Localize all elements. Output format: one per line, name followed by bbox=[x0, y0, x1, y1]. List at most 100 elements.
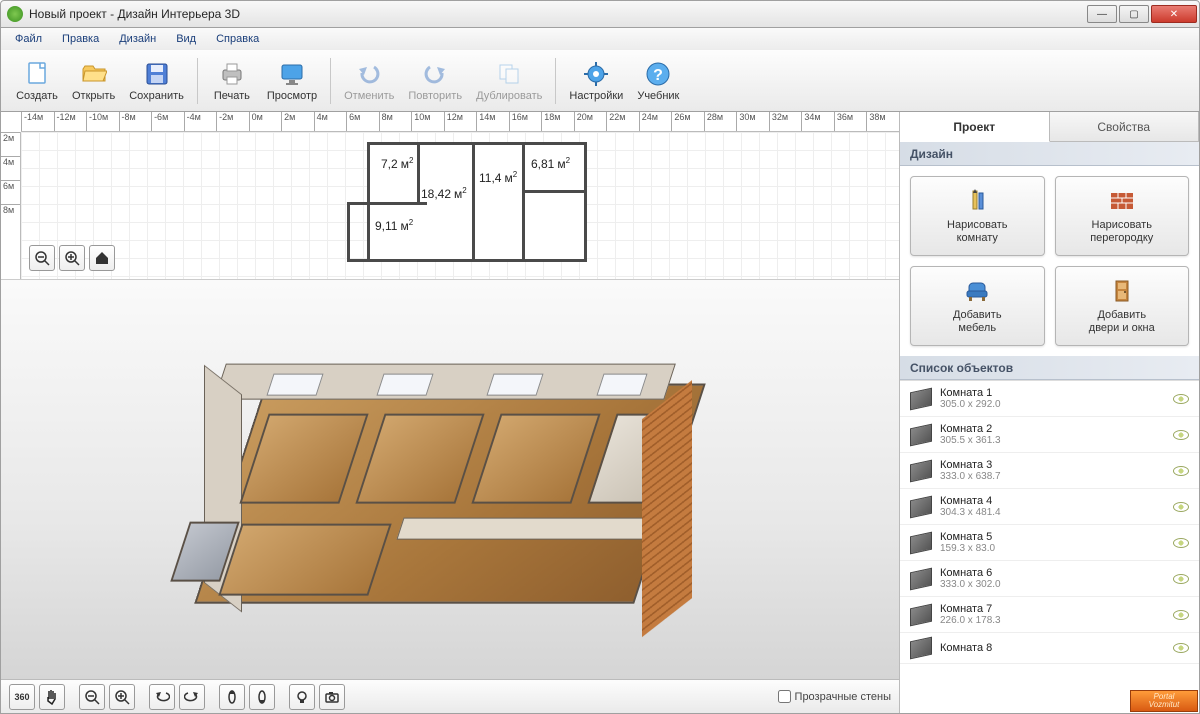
visibility-toggle-icon[interactable] bbox=[1173, 574, 1189, 584]
room-icon bbox=[910, 387, 932, 410]
plan-view-2d[interactable]: -14м-12м-10м-8м-6м-4м-2м0м2м4м6м8м10м12м… bbox=[1, 112, 899, 280]
room-icon bbox=[910, 637, 932, 660]
undo-button[interactable]: Отменить bbox=[337, 54, 401, 108]
ruler-tick: 20м bbox=[574, 112, 607, 131]
zoom-in-3d-button[interactable] bbox=[109, 684, 135, 710]
ruler-tick: 32м bbox=[769, 112, 802, 131]
tutorial-button[interactable]: ? Учебник bbox=[630, 54, 686, 108]
section-objects-header: Список объектов bbox=[900, 356, 1199, 380]
open-button[interactable]: Открыть bbox=[65, 54, 122, 108]
zoom-in-button[interactable] bbox=[59, 245, 85, 271]
add-doors-windows-button[interactable]: Добавить двери и окна bbox=[1055, 266, 1190, 346]
transparent-walls-input[interactable] bbox=[778, 690, 791, 703]
minimize-button[interactable]: — bbox=[1087, 5, 1117, 23]
draw-partition-button[interactable]: Нарисовать перегородку bbox=[1055, 176, 1190, 256]
menu-view[interactable]: Вид bbox=[168, 31, 204, 47]
ruler-tick: 30м bbox=[736, 112, 769, 131]
tilt-up-button[interactable] bbox=[219, 684, 245, 710]
visibility-toggle-icon[interactable] bbox=[1173, 430, 1189, 440]
ruler-tick: 22м bbox=[606, 112, 639, 131]
rotate-right-button[interactable] bbox=[179, 684, 205, 710]
toolbar-separator bbox=[197, 58, 198, 104]
ruler-tick: 6м bbox=[346, 112, 379, 131]
add-furniture-button[interactable]: Добавить мебель bbox=[910, 266, 1045, 346]
ruler-tick: 34м bbox=[801, 112, 834, 131]
object-row[interactable]: Комната 3333.0 x 638.7 bbox=[900, 453, 1199, 489]
toolbar-separator bbox=[555, 58, 556, 104]
floorplan-2d[interactable]: 7,2 м2 18,42 м2 11,4 м2 6,81 м2 9,11 м2 bbox=[367, 142, 587, 262]
ruler-tick: -10м bbox=[86, 112, 119, 131]
object-row[interactable]: Комната 6333.0 x 302.0 bbox=[900, 561, 1199, 597]
menu-edit[interactable]: Правка bbox=[54, 31, 107, 47]
orbit-360-button[interactable]: 360 bbox=[9, 684, 35, 710]
ruler-tick: 28м bbox=[704, 112, 737, 131]
object-row[interactable]: Комната 2305.5 x 361.3 bbox=[900, 417, 1199, 453]
duplicate-button[interactable]: Дублировать bbox=[469, 54, 549, 108]
snapshot-button[interactable] bbox=[319, 684, 345, 710]
object-dimensions: 304.3 x 481.4 bbox=[940, 507, 1165, 518]
create-button[interactable]: Создать bbox=[9, 54, 65, 108]
rotate-left-button[interactable] bbox=[149, 684, 175, 710]
close-button[interactable]: ✕ bbox=[1151, 5, 1197, 23]
plan-zoom-controls bbox=[29, 245, 115, 271]
window-title: Новый проект - Дизайн Интерьера 3D bbox=[29, 7, 240, 21]
visibility-toggle-icon[interactable] bbox=[1173, 502, 1189, 512]
redo-button[interactable]: Повторить bbox=[401, 54, 469, 108]
new-file-icon bbox=[23, 60, 51, 88]
ruler-tick: -14м bbox=[21, 112, 54, 131]
room-icon bbox=[910, 567, 932, 590]
visibility-toggle-icon[interactable] bbox=[1173, 643, 1189, 653]
print-button[interactable]: Печать bbox=[204, 54, 260, 108]
objects-list[interactable]: Комната 1305.0 x 292.0Комната 2305.5 x 3… bbox=[900, 380, 1199, 713]
object-dimensions: 333.0 x 302.0 bbox=[940, 579, 1165, 590]
ruler-tick: 38м bbox=[866, 112, 899, 131]
duplicate-icon bbox=[495, 60, 523, 88]
ruler-tick: -2м bbox=[216, 112, 249, 131]
ruler-tick: 24м bbox=[639, 112, 672, 131]
visibility-toggle-icon[interactable] bbox=[1173, 610, 1189, 620]
view-3d[interactable] bbox=[1, 280, 899, 679]
object-row[interactable]: Комната 1305.0 x 292.0 bbox=[900, 381, 1199, 417]
ruler-tick: 2м bbox=[1, 132, 20, 156]
ruler-tick: 36м bbox=[834, 112, 867, 131]
pencil-ruler-icon bbox=[963, 187, 991, 215]
pan-button[interactable] bbox=[39, 684, 65, 710]
tilt-down-button[interactable] bbox=[249, 684, 275, 710]
home-view-button[interactable] bbox=[89, 245, 115, 271]
object-row[interactable]: Комната 4304.3 x 481.4 bbox=[900, 489, 1199, 525]
visibility-toggle-icon[interactable] bbox=[1173, 466, 1189, 476]
tab-properties[interactable]: Свойства bbox=[1050, 112, 1200, 141]
preview-button[interactable]: Просмотр bbox=[260, 54, 324, 108]
ruler-tick: 2м bbox=[281, 112, 314, 131]
menu-design[interactable]: Дизайн bbox=[111, 31, 164, 47]
zoom-out-button[interactable] bbox=[29, 245, 55, 271]
svg-text:?: ? bbox=[653, 67, 663, 84]
visibility-toggle-icon[interactable] bbox=[1173, 538, 1189, 548]
ruler-tick: 4м bbox=[1, 156, 20, 180]
menu-file[interactable]: Файл bbox=[7, 31, 50, 47]
gear-icon bbox=[582, 60, 610, 88]
light-toggle-button[interactable] bbox=[289, 684, 315, 710]
main-toolbar: Создать Открыть Сохранить Печать Просмот… bbox=[0, 50, 1200, 112]
ruler-tick: 8м bbox=[379, 112, 412, 131]
transparent-walls-checkbox[interactable]: Прозрачные стены bbox=[778, 690, 891, 703]
visibility-toggle-icon[interactable] bbox=[1173, 394, 1189, 404]
object-row[interactable]: Комната 8 bbox=[900, 633, 1199, 664]
section-design-header: Дизайн bbox=[900, 142, 1199, 166]
ruler-tick: -6м bbox=[151, 112, 184, 131]
object-row[interactable]: Комната 7226.0 x 178.3 bbox=[900, 597, 1199, 633]
settings-button[interactable]: Настройки bbox=[562, 54, 630, 108]
object-row[interactable]: Комната 5159.3 x 83.0 bbox=[900, 525, 1199, 561]
tab-project[interactable]: Проект bbox=[900, 112, 1050, 142]
save-button[interactable]: Сохранить bbox=[122, 54, 191, 108]
monitor-icon bbox=[278, 60, 306, 88]
ruler-tick: 16м bbox=[509, 112, 542, 131]
menu-help[interactable]: Справка bbox=[208, 31, 267, 47]
menu-bar: Файл Правка Дизайн Вид Справка bbox=[0, 28, 1200, 50]
ruler-tick: 6м bbox=[1, 180, 20, 204]
maximize-button[interactable]: ▢ bbox=[1119, 5, 1149, 23]
draw-room-button[interactable]: Нарисовать комнату bbox=[910, 176, 1045, 256]
object-name: Комната 3 bbox=[940, 459, 1165, 471]
room-icon bbox=[910, 459, 932, 482]
zoom-out-3d-button[interactable] bbox=[79, 684, 105, 710]
